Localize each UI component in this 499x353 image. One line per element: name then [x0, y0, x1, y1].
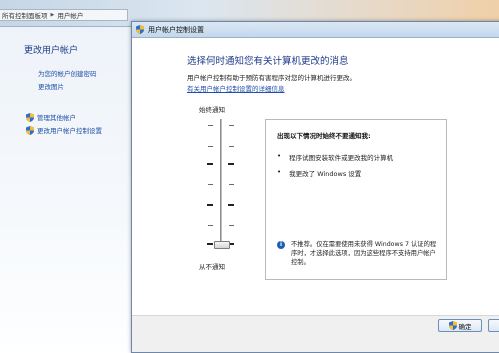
slider-tick — [207, 163, 213, 165]
slider-tick — [208, 225, 213, 226]
change-uac-settings-link[interactable]: 更改用户帐户控制设置 — [26, 125, 102, 135]
slider-tick — [229, 125, 234, 126]
slider-tick — [207, 243, 213, 245]
level-description-panel: 出现以下情况时始终不要通知我: • 程序试图安装软件或更改我的计算机 • 我更改… — [265, 119, 447, 280]
change-picture-link[interactable]: 更改图片 — [38, 81, 64, 91]
note-text: 不推荐。仅在需要使用未获得 Windows 7 认证的程序时，才选择此选项，因为… — [291, 241, 437, 266]
notification-level-slider[interactable] — [202, 119, 242, 249]
slider-thumb[interactable] — [214, 241, 230, 249]
cancel-button[interactable] — [488, 319, 499, 332]
change-uac-settings-label[interactable]: 更改用户帐户控制设置 — [37, 125, 102, 135]
breadcrumb-item-all-control-panel[interactable]: 所有控制面板项 — [2, 10, 48, 20]
slider-tick — [229, 146, 234, 147]
uac-shield-icon — [136, 25, 144, 34]
manage-other-accounts-label[interactable]: 管理其他帐户 — [37, 112, 76, 122]
create-password-link[interactable]: 为您的帐户创建密码 — [38, 68, 97, 78]
bullet-text: 程序试图安装软件或更改我的计算机 — [289, 154, 394, 162]
breadcrumb-item-user-accounts[interactable]: 用户帐户 — [57, 10, 83, 20]
bullet-icon: • — [277, 168, 282, 176]
bullet-icon: • — [277, 152, 282, 160]
slider-track[interactable] — [220, 119, 222, 249]
slider-bottom-label: 从不通知 — [199, 263, 225, 271]
dialog-titlebar[interactable]: 用户帐户控制设置 — [132, 22, 499, 38]
warning-note: i 不推荐。仅在需要使用未获得 Windows 7 认证的程序时，才选择此选项，… — [277, 240, 442, 267]
ok-button[interactable]: 确定 — [438, 319, 482, 332]
list-item: • 程序试图安装软件或更改我的计算机 — [277, 152, 393, 162]
slider-tick — [229, 225, 234, 226]
slider-top-label: 始终通知 — [199, 106, 225, 114]
slider-tick — [228, 204, 234, 206]
info-icon: i — [277, 241, 285, 249]
page-title: 更改用户帐户 — [24, 46, 79, 56]
uac-shield-icon — [26, 112, 34, 122]
slider-tick — [228, 163, 234, 165]
slider-tick — [207, 204, 213, 206]
breadcrumb[interactable]: 所有控制面板项 ▶ 用户帐户 — [0, 9, 128, 21]
ok-button-label[interactable]: 确定 — [459, 321, 472, 331]
uac-settings-dialog: 用户帐户控制设置 选择何时通知您有关计算机更改的消息 用户帐户控制有助于预防有害… — [131, 21, 499, 353]
dialog-description: 用户帐户控制有助于预防有害程序对您的计算机进行更改。 — [187, 74, 356, 82]
info-title: 出现以下情况时始终不要通知我: — [277, 132, 371, 140]
control-panel-left-pane: 更改用户帐户 为您的帐户创建密码 更改图片 管理其他帐户 更改用户帐户控制设置 — [0, 27, 132, 344]
help-link[interactable]: 有关用户帐户控制设置的详细信息 — [187, 83, 285, 93]
dialog-heading: 选择何时通知您有关计算机更改的消息 — [187, 56, 349, 67]
slider-tick — [208, 125, 213, 126]
list-item: • 我更改了 Windows 设置 — [277, 168, 361, 178]
slider-tick — [208, 184, 213, 185]
chevron-right-icon[interactable]: ▶ — [51, 12, 55, 18]
slider-tick — [229, 184, 234, 185]
uac-shield-icon — [448, 321, 457, 330]
slider-tick — [208, 146, 213, 147]
dialog-title: 用户帐户控制设置 — [148, 25, 204, 34]
uac-shield-icon — [26, 125, 34, 135]
bullet-text: 我更改了 Windows 设置 — [289, 170, 362, 178]
manage-other-accounts-link[interactable]: 管理其他帐户 — [26, 112, 76, 122]
